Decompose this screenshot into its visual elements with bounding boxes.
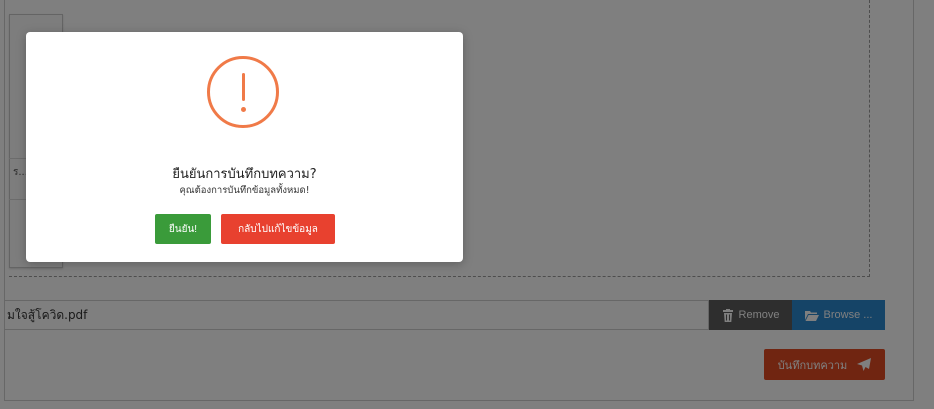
back-to-edit-button[interactable]: กลับไปแก้ไขข้อมูล bbox=[221, 214, 335, 244]
exclamation-circle-icon bbox=[207, 56, 279, 128]
dialog-message: คุณต้องการบันทึกข้อมูลทั้งหมด! bbox=[179, 185, 310, 196]
confirm-button[interactable]: ยืนยัน! bbox=[155, 214, 211, 244]
confirm-dialog: ยืนยันการบันทึกบทความ? คุณต้องการบันทึกข… bbox=[26, 32, 463, 262]
dialog-title: ยืนยันการบันทึกบทความ? bbox=[172, 167, 317, 182]
